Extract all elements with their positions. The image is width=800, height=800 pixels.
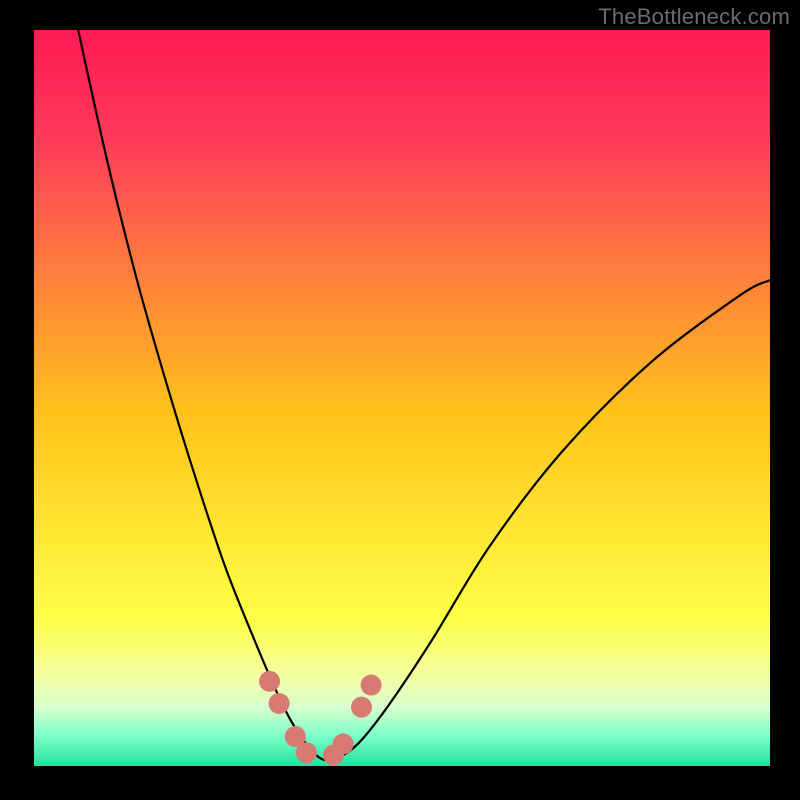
bottleneck-chart xyxy=(0,0,800,800)
highlight-dot xyxy=(361,675,382,696)
plot-background xyxy=(34,30,770,766)
highlight-dot xyxy=(333,733,354,754)
highlight-dot xyxy=(259,671,280,692)
chart-frame: TheBottleneck.com xyxy=(0,0,800,800)
watermark-text: TheBottleneck.com xyxy=(598,4,790,30)
highlight-dot xyxy=(351,697,372,718)
highlight-dot xyxy=(269,693,290,714)
highlight-dot xyxy=(296,742,317,763)
